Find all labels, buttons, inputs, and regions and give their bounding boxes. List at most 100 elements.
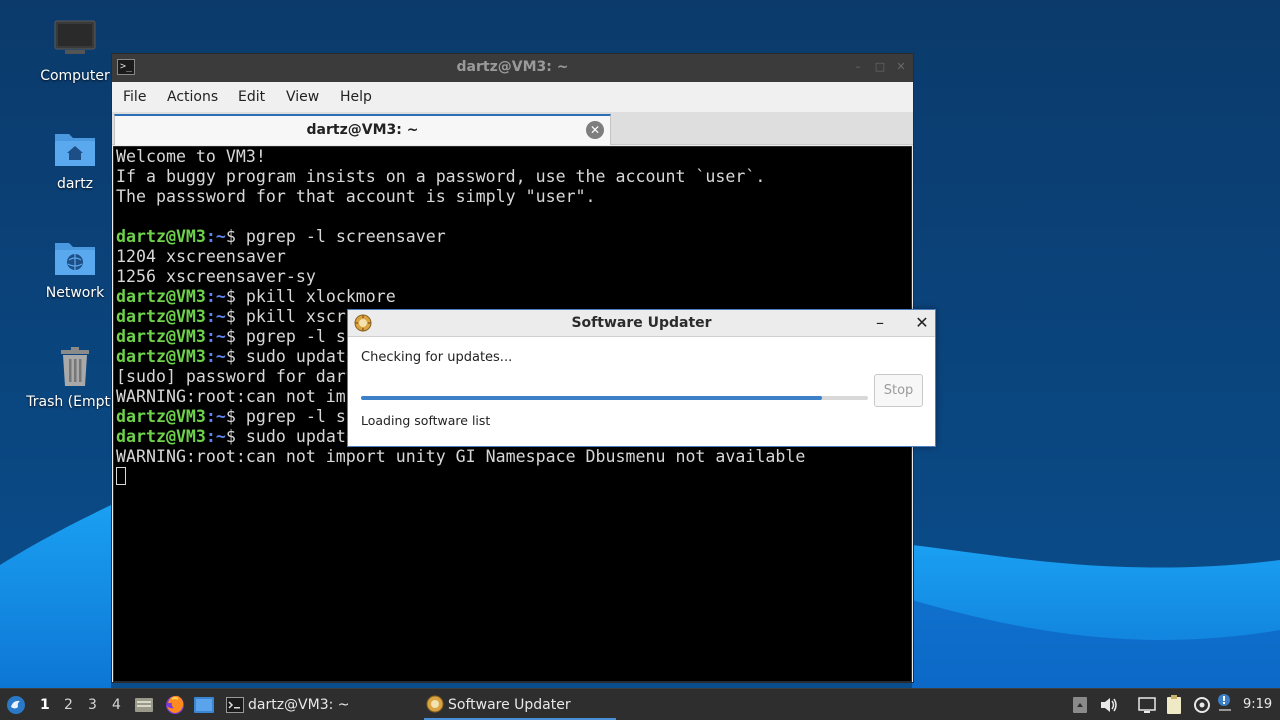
- close-button[interactable]: ✕: [894, 60, 908, 74]
- desktop-icon-trash[interactable]: Trash (Empty): [25, 344, 125, 410]
- line-text: pgrep -l sc: [235, 407, 356, 426]
- software-updater-icon: [426, 695, 444, 713]
- terminal-tab[interactable]: dartz@VM3: ~ ✕: [114, 114, 611, 145]
- show-desktop-icon: [194, 697, 214, 713]
- prompt-path: ~: [215, 227, 226, 246]
- volume-control[interactable]: [1099, 689, 1119, 720]
- taskbar: 1 2 3 4 dartz@VM3: ~ Software Updater 9:…: [0, 688, 1280, 720]
- maximize-button[interactable]: □: [873, 60, 887, 74]
- tab-bar: dartz@VM3: ~ ✕: [112, 112, 913, 145]
- prompt-path: ~: [215, 427, 226, 446]
- prompt-separator: :: [205, 407, 216, 426]
- menu-edit[interactable]: Edit: [238, 89, 265, 105]
- prompt-dollar: $: [225, 227, 236, 246]
- prompt-user: dartz@VM3: [116, 227, 206, 246]
- firefox-icon: [166, 695, 184, 714]
- clock[interactable]: 9:19: [1243, 697, 1272, 712]
- file-manager-launcher[interactable]: [134, 689, 154, 720]
- terminal-command-line: dartz@VM3:~$ pkill xlockmore: [116, 287, 911, 307]
- minimize-button[interactable]: –: [871, 314, 889, 332]
- dialog-title: Software Updater: [571, 315, 712, 331]
- app-menu-button[interactable]: [4, 689, 28, 720]
- prompt-path: ~: [215, 347, 226, 366]
- workspace-3[interactable]: 3: [88, 697, 97, 713]
- tray-item[interactable]: [1071, 689, 1089, 720]
- progress-detail-text: Loading software list: [361, 413, 491, 428]
- prompt-dollar: $: [225, 407, 236, 426]
- computer-icon: [51, 18, 99, 66]
- software-updater-dialog[interactable]: Software Updater – ✕ Checking for update…: [347, 309, 936, 447]
- notification-area-icon: [1073, 697, 1087, 713]
- desktop-icon-label: dartz: [56, 176, 94, 192]
- line-text: If a buggy program insists on a password…: [116, 167, 766, 186]
- line-text: 1204 xscreensaver: [116, 247, 286, 266]
- prompt-dollar: $: [225, 307, 236, 326]
- network-folder-icon: [51, 235, 99, 283]
- workspace-4[interactable]: 4: [112, 697, 121, 713]
- prompt-user: dartz@VM3: [116, 407, 206, 426]
- tray-item[interactable]: [1192, 689, 1212, 720]
- prompt-user: dartz@VM3: [116, 307, 206, 326]
- task-label: dartz@VM3: ~: [248, 697, 350, 713]
- task-label: Software Updater: [448, 697, 571, 713]
- stop-button[interactable]: Stop: [874, 374, 923, 407]
- tray-item[interactable]: [1164, 689, 1184, 720]
- taskbar-task-terminal[interactable]: dartz@VM3: ~: [224, 690, 414, 720]
- power-manager-icon: [1194, 697, 1210, 713]
- terminal-output-line: If a buggy program insists on a password…: [116, 167, 911, 187]
- line-text: Welcome to VM3!: [116, 147, 266, 166]
- progress-fill: [361, 396, 822, 400]
- workspace-2[interactable]: 2: [64, 697, 73, 713]
- terminal-command-line: dartz@VM3:~$ pgrep -l screensaver: [116, 227, 911, 247]
- menu-actions[interactable]: Actions: [167, 89, 218, 105]
- taskbar-task-software-updater[interactable]: Software Updater: [424, 690, 616, 720]
- window-title: dartz@VM3: ~: [456, 59, 569, 75]
- clipboard-icon: [1167, 695, 1181, 714]
- trash-icon: [51, 344, 99, 392]
- updater-titlebar[interactable]: Software Updater – ✕: [348, 310, 935, 337]
- menu-view[interactable]: View: [286, 89, 319, 105]
- prompt-dollar: $: [225, 427, 236, 446]
- menu-file[interactable]: File: [123, 89, 146, 105]
- desktop-icon-home[interactable]: dartz: [25, 126, 125, 192]
- terminal-titlebar[interactable]: >_ dartz@VM3: ~ – □ ✕: [112, 54, 913, 82]
- volume-icon: [1101, 698, 1117, 712]
- desktop-icon-computer[interactable]: Computer: [25, 18, 125, 84]
- line-text: WARNING:root:can not import unity GI Nam…: [116, 447, 806, 466]
- prompt-separator: :: [205, 347, 216, 366]
- line-text: pkill xscre: [235, 307, 356, 326]
- prompt-path: ~: [215, 287, 226, 306]
- tab-close-icon[interactable]: ✕: [586, 121, 604, 139]
- progress-bar: [361, 396, 868, 400]
- prompt-user: dartz@VM3: [116, 287, 206, 306]
- tray-item[interactable]: [1137, 689, 1157, 720]
- line-text: The passsword for that account is simply…: [116, 187, 596, 206]
- prompt-dollar: $: [225, 327, 236, 346]
- desktop-launcher[interactable]: [193, 689, 215, 720]
- desktop-icon-network[interactable]: Network: [25, 235, 125, 301]
- terminal-output-line: 1256 xscreensaver-sy: [116, 267, 911, 287]
- prompt-user: dartz@VM3: [116, 327, 206, 346]
- workspace-1[interactable]: 1: [40, 697, 50, 713]
- prompt-separator: :: [205, 287, 216, 306]
- monitor-icon: [1138, 697, 1156, 713]
- whisker-menu-icon: [7, 696, 25, 714]
- text-cursor: [116, 467, 126, 485]
- tab-label: dartz@VM3: ~: [306, 122, 419, 138]
- firefox-launcher[interactable]: [164, 689, 186, 720]
- line-text: WARNING:root:can not imp: [116, 387, 356, 406]
- prompt-dollar: $: [225, 347, 236, 366]
- line-text: pkill xlockmore: [235, 287, 396, 306]
- tray-item[interactable]: [1216, 689, 1234, 720]
- terminal-output-line: Welcome to VM3!: [116, 147, 911, 167]
- prompt-user: dartz@VM3: [116, 347, 206, 366]
- line-text: 1256 xscreensaver-sy: [116, 267, 316, 286]
- menu-help[interactable]: Help: [340, 89, 372, 105]
- prompt-path: ~: [215, 307, 226, 326]
- prompt-path: ~: [215, 327, 226, 346]
- close-button[interactable]: ✕: [913, 314, 931, 332]
- desktop-icon-label: Computer: [40, 68, 110, 84]
- home-folder-icon: [51, 126, 99, 174]
- minimize-button[interactable]: –: [851, 60, 865, 74]
- line-text: pgrep -l screensaver: [235, 227, 446, 246]
